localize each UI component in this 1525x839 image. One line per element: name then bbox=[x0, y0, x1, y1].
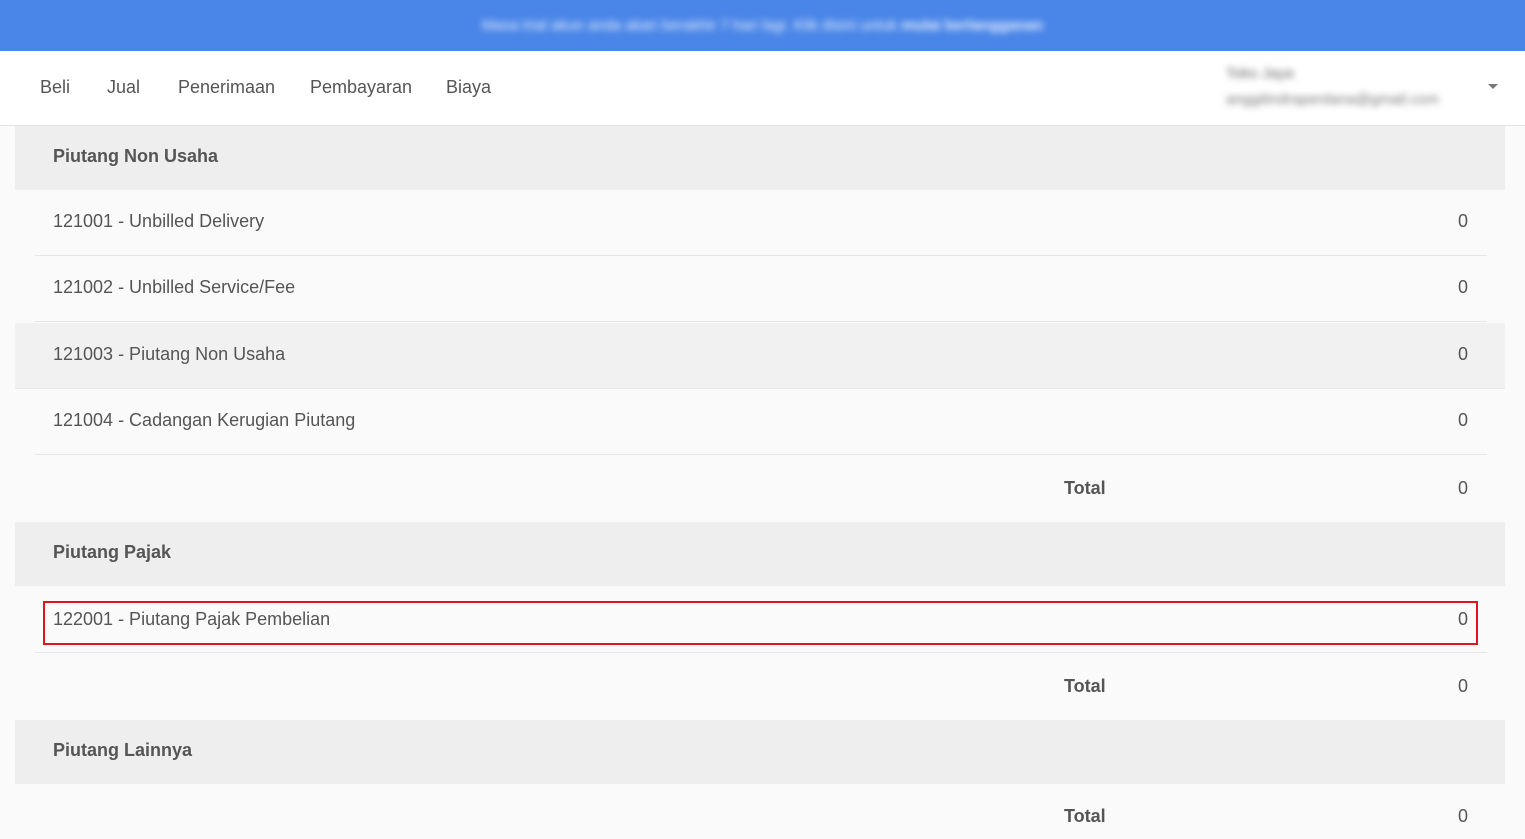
account-balance: 0 bbox=[1457, 609, 1468, 629]
account-balance: 0 bbox=[1457, 277, 1468, 297]
account-row[interactable]: 121002 - Unbilled Service/Fee 0 bbox=[35, 256, 1487, 322]
caret-down-icon[interactable] bbox=[1488, 84, 1498, 89]
total-value: 0 bbox=[1457, 478, 1468, 498]
section-total-row: Total 0 bbox=[35, 456, 1487, 522]
section-title: Piutang Pajak bbox=[53, 542, 172, 562]
account-name: 121004 - Cadangan Kerugian Piutang bbox=[53, 410, 356, 430]
nav-item-jual[interactable]: Jual bbox=[107, 77, 140, 98]
section-title: Piutang Lainnya bbox=[53, 740, 193, 760]
section-header-piutang-non-usaha: Piutang Non Usaha bbox=[15, 126, 1505, 190]
account-list: Piutang Non Usaha 121001 - Unbilled Deli… bbox=[0, 126, 1525, 839]
subscribe-link[interactable]: mulai berlangganan bbox=[901, 17, 1043, 34]
account-balance: 0 bbox=[1457, 344, 1468, 364]
nav-item-penerimaan[interactable]: Penerimaan bbox=[178, 77, 275, 98]
user-menu[interactable]: Toko Jaya anggitindraperdana@gmail.com bbox=[1226, 65, 1486, 115]
section-header-piutang-pajak: Piutang Pajak bbox=[15, 522, 1505, 586]
section-total-row: Total 0 bbox=[35, 654, 1487, 720]
section-total-row: Total 0 bbox=[35, 784, 1487, 839]
nav-item-beli[interactable]: Beli bbox=[40, 77, 70, 98]
account-name: 121002 - Unbilled Service/Fee bbox=[53, 277, 296, 297]
total-label: Total bbox=[1064, 806, 1106, 826]
user-name: Toko Jaya bbox=[1226, 65, 1294, 82]
section-header-piutang-lainnya: Piutang Lainnya bbox=[15, 720, 1505, 784]
account-name: 121001 - Unbilled Delivery bbox=[53, 211, 265, 231]
account-balance: 0 bbox=[1457, 211, 1468, 231]
nav-item-pembayaran[interactable]: Pembayaran bbox=[310, 77, 412, 98]
account-row[interactable]: 121001 - Unbilled Delivery 0 bbox=[35, 190, 1487, 256]
account-name: 122001 - Piutang Pajak Pembelian bbox=[53, 609, 331, 629]
section-title: Piutang Non Usaha bbox=[53, 146, 219, 166]
trial-banner-text: Masa trial akun anda akan berakhir 7 har… bbox=[481, 17, 1044, 34]
total-value: 0 bbox=[1457, 806, 1468, 826]
account-row[interactable]: 121004 - Cadangan Kerugian Piutang 0 bbox=[35, 389, 1487, 455]
total-label: Total bbox=[1064, 676, 1106, 696]
top-navigation: Beli Jual Penerimaan Pembayaran Biaya To… bbox=[0, 51, 1525, 126]
trial-banner: Masa trial akun anda akan berakhir 7 har… bbox=[0, 0, 1525, 51]
account-balance: 0 bbox=[1457, 410, 1468, 430]
account-row[interactable]: 122001 - Piutang Pajak Pembelian 0 bbox=[35, 587, 1487, 653]
total-value: 0 bbox=[1457, 676, 1468, 696]
total-label: Total bbox=[1064, 478, 1106, 498]
user-email: anggitindraperdana@gmail.com bbox=[1226, 91, 1439, 108]
nav-item-biaya[interactable]: Biaya bbox=[446, 77, 491, 98]
account-name: 121003 - Piutang Non Usaha bbox=[53, 344, 286, 364]
account-row[interactable]: 121003 - Piutang Non Usaha 0 bbox=[15, 323, 1505, 389]
